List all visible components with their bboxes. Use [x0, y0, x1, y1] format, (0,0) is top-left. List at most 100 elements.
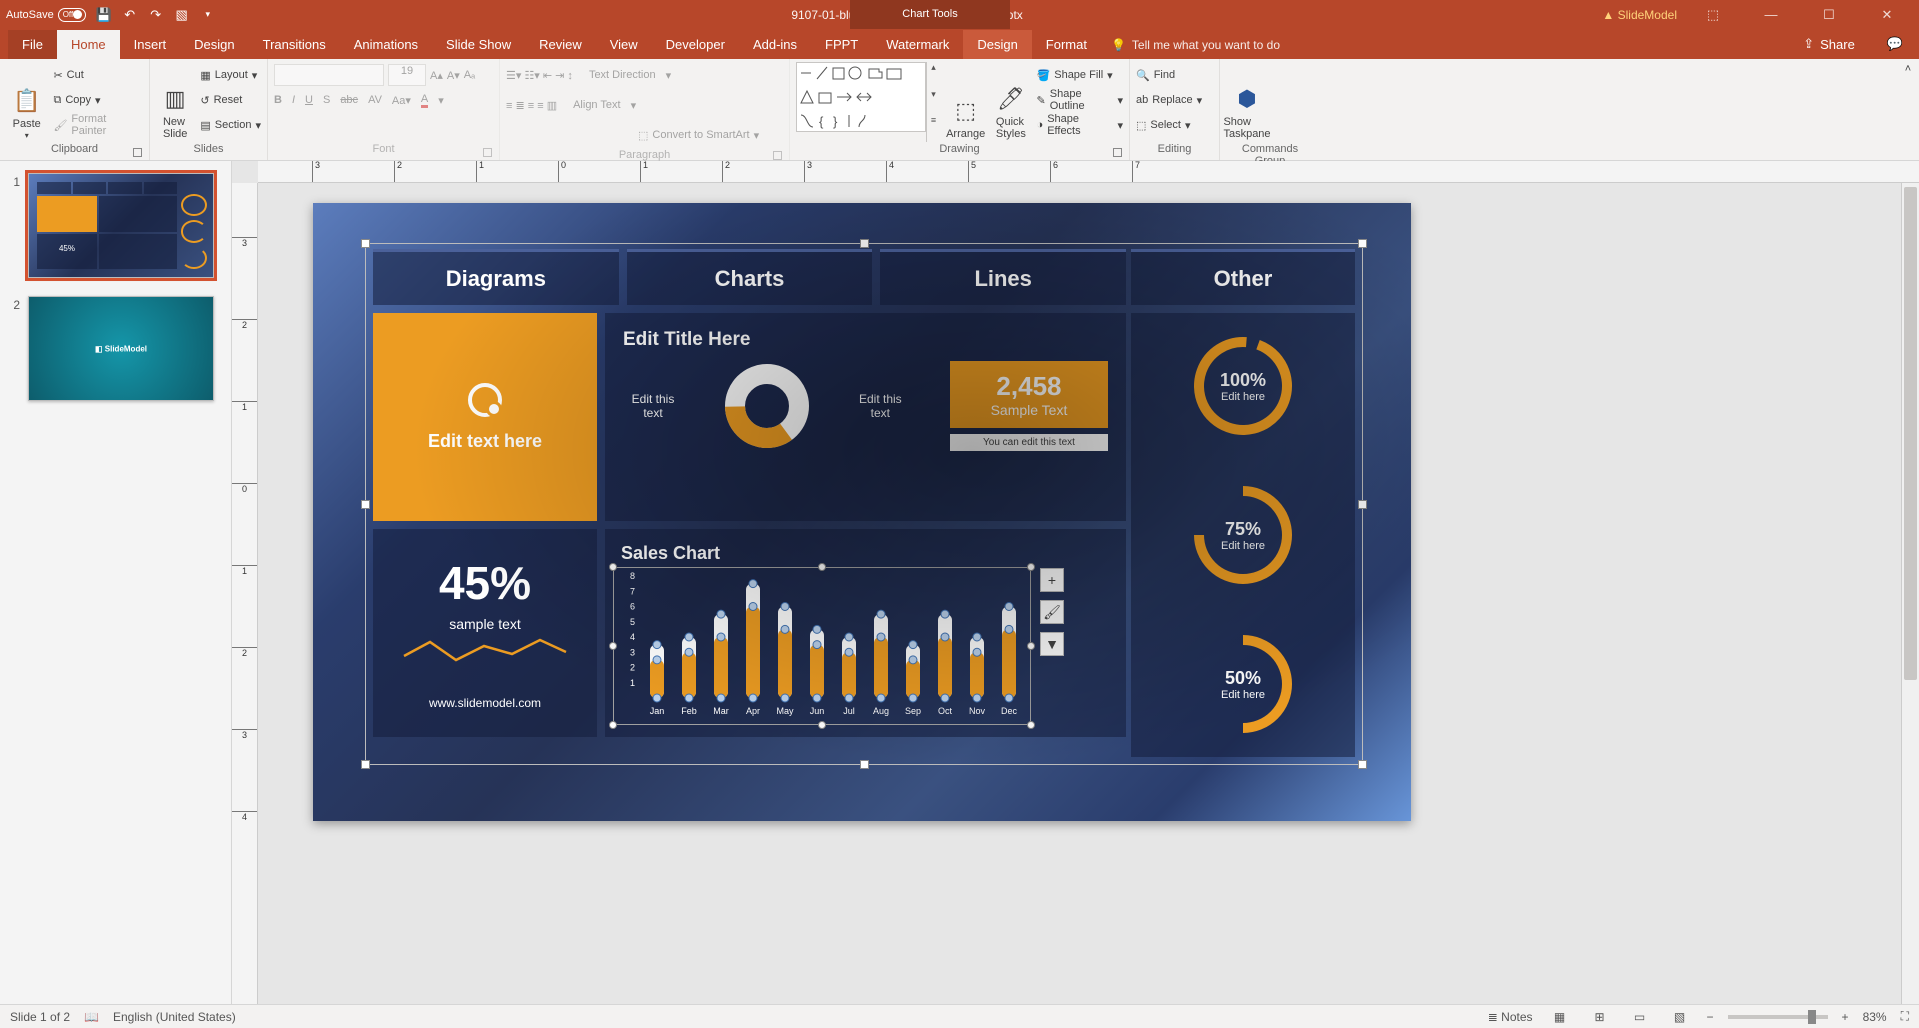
share-button[interactable]: ⇪Share: [1787, 29, 1871, 59]
bold-button[interactable]: B: [274, 94, 282, 106]
shape-gallery[interactable]: {} ▴▾≡: [796, 62, 940, 142]
shape-fill-button[interactable]: 🪣 Shape Fill ▾: [1037, 64, 1123, 86]
brush-icon: 🖌: [53, 119, 67, 132]
comments-icon[interactable]: 💬: [1871, 29, 1919, 59]
tab-chart-design[interactable]: Design: [963, 30, 1031, 59]
thumbnail-2[interactable]: ◧ SlideModel: [28, 296, 214, 401]
italic-button[interactable]: I: [292, 94, 295, 106]
convert-smartart-button[interactable]: ⬚ Convert to SmartArt ▾: [638, 124, 759, 146]
header-charts[interactable]: Charts: [627, 249, 873, 305]
tile-percent[interactable]: 45% sample text www.slidemodel.com: [373, 529, 597, 737]
spellcheck-icon[interactable]: 📖: [84, 1010, 99, 1024]
cut-button[interactable]: ✂Cut: [53, 64, 143, 86]
tile-other[interactable]: 100%Edit here 75%Edit here 50%Edit here: [1131, 313, 1355, 757]
undo-icon[interactable]: ↶: [122, 7, 138, 23]
language-status[interactable]: English (United States): [113, 1010, 236, 1024]
normal-view-icon[interactable]: ▦: [1547, 1010, 1573, 1024]
qat-dropdown-icon[interactable]: ▾: [200, 7, 216, 23]
notes-button[interactable]: ≣ Notes: [1488, 1010, 1533, 1024]
chart-styles-button[interactable]: 🖌: [1040, 600, 1064, 624]
slideshow-view-icon[interactable]: ▧: [1667, 1010, 1693, 1024]
zoom-level[interactable]: 83%: [1863, 1010, 1887, 1024]
slide-canvas[interactable]: Diagrams Charts Lines Edit text here Edi…: [258, 183, 1901, 1004]
grow-font-icon[interactable]: A▴: [430, 69, 443, 82]
dialog-launcher-icon[interactable]: [483, 148, 492, 157]
chart-filter-button[interactable]: ▼: [1040, 632, 1064, 656]
tab-watermark[interactable]: Watermark: [872, 30, 963, 59]
svg-text:Dec: Dec: [1001, 706, 1018, 716]
arrange-button[interactable]: ⬚Arrange: [946, 62, 985, 142]
copy-button[interactable]: ⧉Copy ▾: [53, 89, 143, 111]
tab-file[interactable]: File: [8, 30, 57, 59]
underline-button[interactable]: U: [305, 94, 313, 106]
svg-text:Mar: Mar: [713, 706, 729, 716]
save-icon[interactable]: 💾: [96, 7, 112, 23]
select-button[interactable]: ⬚ Select ▾: [1136, 114, 1202, 136]
share-icon: ⇪: [1803, 36, 1814, 52]
quick-styles-button[interactable]: 🖊Quick Styles: [991, 62, 1030, 142]
section-button[interactable]: ▤ Section ▾: [200, 114, 261, 136]
tab-fppt[interactable]: FPPT: [811, 30, 872, 59]
kpi-box[interactable]: 2,458 Sample Text: [950, 361, 1108, 428]
font-color-button[interactable]: A: [421, 93, 428, 108]
zoom-out-icon[interactable]: −: [1707, 1010, 1714, 1024]
vertical-scrollbar[interactable]: [1901, 183, 1919, 1004]
svg-text:Aug: Aug: [873, 706, 889, 716]
show-taskpane-button[interactable]: ⬢Show Taskpane: [1226, 62, 1268, 142]
ribbon-options-icon[interactable]: ⬚: [1691, 7, 1735, 23]
layout-button[interactable]: ▦ Layout ▾: [200, 64, 261, 86]
tab-chart-format[interactable]: Format: [1032, 30, 1101, 59]
tab-addins[interactable]: Add-ins: [739, 30, 811, 59]
paste-button[interactable]: 📋Paste▾: [6, 62, 47, 142]
title-bar: AutoSave Off 💾 ↶ ↷ ▧ ▾ 9107-01-blur-dash…: [0, 0, 1919, 29]
sorter-view-icon[interactable]: ⊞: [1587, 1010, 1613, 1024]
tell-me-search[interactable]: 💡Tell me what you want to do: [1101, 31, 1290, 59]
format-painter-button[interactable]: 🖌Format Painter: [53, 114, 143, 136]
maximize-icon[interactable]: ☐: [1807, 7, 1851, 23]
shape-effects-button[interactable]: ◑ Shape Effects ▾: [1037, 114, 1123, 136]
reset-button[interactable]: ↺ Reset: [200, 89, 261, 111]
autosave-toggle[interactable]: AutoSave Off: [6, 8, 86, 22]
tab-design[interactable]: Design: [180, 30, 248, 59]
tab-insert[interactable]: Insert: [120, 30, 181, 59]
redo-icon[interactable]: ↷: [148, 7, 164, 23]
tab-transitions[interactable]: Transitions: [249, 30, 340, 59]
header-other[interactable]: Other: [1131, 249, 1355, 305]
svg-text:Sep: Sep: [905, 706, 921, 716]
fit-window-icon[interactable]: ⛶: [1901, 1009, 1909, 1024]
zoom-slider[interactable]: [1728, 1015, 1828, 1019]
shrink-font-icon[interactable]: A▾: [447, 69, 460, 82]
find-button[interactable]: 🔍 Find: [1136, 64, 1202, 86]
chart-elements-button[interactable]: +: [1040, 568, 1064, 592]
collapse-ribbon-icon[interactable]: ˄: [1897, 59, 1919, 160]
svg-text:Nov: Nov: [969, 706, 986, 716]
strike-button[interactable]: abc: [340, 94, 358, 106]
zoom-in-icon[interactable]: +: [1842, 1010, 1849, 1024]
reading-view-icon[interactable]: ▭: [1627, 1010, 1653, 1024]
thumbnail-1[interactable]: 45%: [28, 173, 214, 278]
tab-view[interactable]: View: [596, 30, 652, 59]
chart-selection[interactable]: + 🖌 ▼: [613, 567, 1031, 725]
ring-100: 100%Edit here: [1188, 331, 1298, 441]
tile-sales-chart[interactable]: Sales Chart 12345678JanFebMarAprMayJunJu…: [605, 529, 1126, 737]
tab-developer[interactable]: Developer: [652, 30, 739, 59]
new-slide-button[interactable]: ▥New Slide: [156, 62, 194, 142]
shape-outline-button[interactable]: ✎ Shape Outline ▾: [1037, 89, 1123, 111]
header-diagrams[interactable]: Diagrams: [373, 249, 619, 305]
close-icon[interactable]: ✕: [1865, 7, 1909, 23]
dialog-launcher-icon[interactable]: [133, 148, 142, 157]
font-size-input[interactable]: 19: [388, 64, 426, 86]
tab-home[interactable]: Home: [57, 30, 120, 59]
slideshow-icon[interactable]: ▧: [174, 7, 190, 23]
tab-animations[interactable]: Animations: [340, 30, 432, 59]
shadow-button[interactable]: S: [323, 94, 330, 106]
replace-button[interactable]: ab Replace ▾: [1136, 89, 1202, 111]
selection-frame[interactable]: [365, 243, 1363, 765]
minimize-icon[interactable]: ―: [1749, 7, 1793, 22]
tile-diagram[interactable]: Edit text here: [373, 313, 597, 521]
tile-charts[interactable]: Edit Title Here Edit this text Edit this…: [605, 313, 1126, 521]
tab-review[interactable]: Review: [525, 30, 596, 59]
header-lines[interactable]: Lines: [880, 249, 1126, 305]
tab-slideshow[interactable]: Slide Show: [432, 30, 525, 59]
slide[interactable]: Diagrams Charts Lines Edit text here Edi…: [313, 203, 1411, 821]
